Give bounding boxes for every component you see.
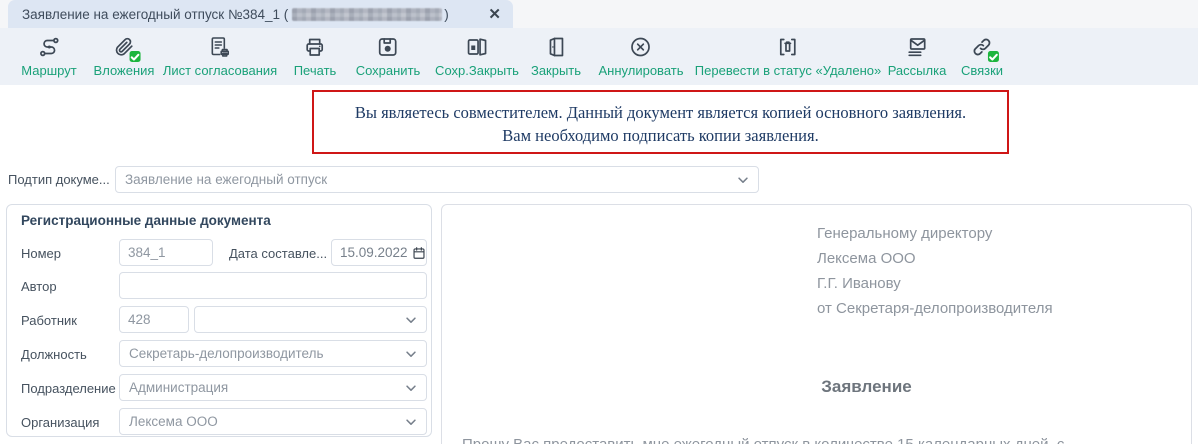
link-icon [969, 34, 995, 60]
check-badge-icon [988, 51, 999, 62]
warning-line-2: Вам необходимо подписать копии заявления… [314, 124, 1007, 147]
route-button[interactable]: Маршрут [21, 34, 76, 78]
warning-line-1: Вы являетесь совместителем. Данный докум… [314, 101, 1007, 124]
toolbar-label: Маршрут [21, 63, 76, 78]
position-select[interactable]: Секретарь-делопроизводитель [119, 340, 427, 367]
approval-sheet-button[interactable]: Лист согласования [163, 34, 277, 78]
recipient-line: от Секретаря-делопроизводителя [817, 296, 1053, 321]
print-button[interactable]: Печать [294, 34, 337, 78]
department-value: Администрация [129, 380, 398, 395]
tab-title-suffix: ) [444, 7, 449, 22]
tab-bar: Заявление на ежегодный отпуск №384_1 ( )… [0, 0, 1198, 28]
document-preview-panel: Генеральному директору Лексема ООО Г.Г. … [441, 204, 1192, 444]
app-window: Заявление на ежегодный отпуск №384_1 ( )… [0, 0, 1198, 444]
document-body-line: Прошу Вас предоставить мне ежегодный отп… [462, 436, 1192, 444]
calendar-icon[interactable] [412, 246, 426, 260]
close-button[interactable]: Закрыть [531, 34, 581, 78]
redacted-text [292, 8, 442, 21]
cancel-circle-icon [628, 34, 654, 60]
mailing-button[interactable]: Рассылка [888, 34, 947, 78]
tab-title: Заявление на ежегодный отпуск №384_1 ( [22, 7, 288, 22]
organization-select[interactable]: Лексема ООО [119, 408, 427, 435]
tab-close-icon[interactable]: ✕ [488, 7, 501, 22]
document-heading: Заявление [442, 377, 1191, 397]
subtype-value: Заявление на ежегодный отпуск [125, 172, 730, 187]
number-label: Номер [21, 246, 121, 261]
number-input[interactable] [119, 239, 213, 266]
recipient-line: Генеральному директору [817, 221, 1053, 246]
door-icon [543, 34, 569, 60]
trash-brackets-icon [775, 34, 801, 60]
subtype-label: Подтип докуме... [8, 172, 110, 187]
position-label: Должность [21, 347, 121, 362]
attachments-button[interactable]: Вложения [94, 34, 155, 78]
department-label: Подразделение [21, 381, 121, 396]
chevron-down-icon [404, 313, 418, 327]
toolbar-label: Закрыть [531, 63, 581, 78]
chevron-down-icon [404, 347, 418, 361]
approval-sheet-icon [207, 34, 233, 60]
employee-label: Работник [21, 313, 121, 328]
toolbar-label: Сохранить [356, 63, 421, 78]
organization-value: Лексема ООО [129, 414, 398, 429]
paperclip-icon [111, 34, 137, 60]
registration-panel-title: Регистрационные данные документа [21, 213, 271, 228]
links-button[interactable]: Связки [961, 34, 1003, 78]
check-badge-icon [130, 51, 141, 62]
save-button[interactable]: Сохранить [356, 34, 421, 78]
author-input[interactable] [119, 272, 427, 299]
recipient-line: Лексема ООО [817, 246, 1053, 271]
toolbar-label: Аннулировать [599, 63, 684, 78]
toolbar-label: Печать [294, 63, 337, 78]
date-label: Дата составле... [229, 246, 329, 261]
move-to-deleted-button[interactable]: Перевести в статус «Удалено» [695, 34, 881, 78]
position-value: Секретарь-делопроизводитель [129, 346, 398, 361]
chevron-down-icon [736, 173, 750, 187]
toolbar-label: Сохр.Закрыть [435, 63, 519, 78]
document-tab[interactable]: Заявление на ежегодный отпуск №384_1 ( )… [8, 0, 513, 28]
toolbar-label: Лист согласования [163, 63, 277, 78]
chevron-down-icon [404, 415, 418, 429]
route-icon [36, 34, 62, 60]
save-close-icon [464, 34, 490, 60]
mail-icon [904, 34, 930, 60]
recipient-block: Генеральному директору Лексема ООО Г.Г. … [817, 221, 1053, 321]
department-select[interactable]: Администрация [119, 374, 427, 401]
toolbar-label: Рассылка [888, 63, 947, 78]
recipient-line: Г.Г. Иванову [817, 271, 1053, 296]
date-value: 15.09.2022 [340, 245, 408, 260]
save-close-button[interactable]: Сохр.Закрыть [435, 34, 519, 78]
toolbar-label: Перевести в статус «Удалено» [695, 63, 881, 78]
toolbar-label: Вложения [94, 63, 155, 78]
employee-code-input[interactable] [119, 306, 189, 333]
chevron-down-icon [404, 381, 418, 395]
toolbar: Маршрут Вложения [0, 28, 1198, 85]
author-label: Автор [21, 279, 121, 294]
date-input[interactable]: 15.09.2022 [331, 239, 427, 266]
printer-icon [302, 34, 328, 60]
organization-label: Организация [21, 415, 121, 430]
annul-button[interactable]: Аннулировать [599, 34, 684, 78]
subtype-select[interactable]: Заявление на ежегодный отпуск [115, 166, 759, 193]
warning-banner: Вы являетесь совместителем. Данный докум… [312, 90, 1009, 154]
employee-select[interactable] [194, 306, 427, 333]
registration-panel: Регистрационные данные документа Номер Д… [6, 204, 432, 437]
save-icon [375, 34, 401, 60]
